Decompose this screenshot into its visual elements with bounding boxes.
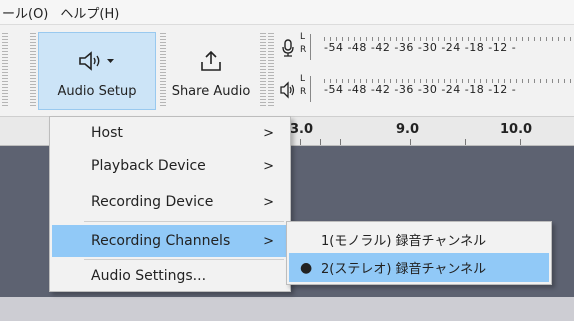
menu-divider xyxy=(84,221,284,222)
meter-scale: -54 -48 -42 -36 -30 -24 -18 -12 - xyxy=(324,83,517,96)
audio-setup-menu: Host > Playback Device > Recording Devic… xyxy=(49,116,291,292)
share-audio-label: Share Audio xyxy=(171,83,251,99)
chevron-right-icon: > xyxy=(263,194,274,210)
menu-bar: ール(O) ヘルプ(H) xyxy=(0,0,574,25)
ruler-label: 3.0 xyxy=(290,122,314,137)
menu-tools[interactable]: ール(O) xyxy=(0,3,54,22)
audio-setup-label: Audio Setup xyxy=(57,83,137,99)
menu-item-audio-settings[interactable]: Audio Settings... xyxy=(52,260,288,292)
playback-meter[interactable]: LR -54 -48 -42 -36 -30 -24 -18 -12 - xyxy=(276,73,574,107)
share-upload-icon xyxy=(201,50,221,71)
chevron-right-icon: > xyxy=(263,233,274,249)
meter-channel-labels: LR xyxy=(300,74,307,97)
audio-setup-button[interactable]: Audio Setup xyxy=(38,32,156,110)
ruler-label: 9.0 xyxy=(396,122,420,137)
menu-help[interactable]: ヘルプ(H) xyxy=(54,3,125,22)
chevron-right-icon: > xyxy=(263,158,274,174)
meter-scale: -54 -48 -42 -36 -30 -24 -18 -12 - xyxy=(324,41,517,54)
chevron-right-icon: > xyxy=(263,125,274,141)
toolbar-grip[interactable] xyxy=(160,33,166,107)
toolbar-grip[interactable] xyxy=(260,33,266,107)
menu-item-playback-device[interactable]: Playback Device > xyxy=(52,150,288,182)
bottom-panel xyxy=(0,297,574,321)
menu-item-host[interactable]: Host > xyxy=(52,117,288,149)
meter-channel-labels: LR xyxy=(300,32,307,55)
recording-meter[interactable]: LR -54 -48 -42 -36 -30 -24 -18 -12 - xyxy=(276,31,574,65)
ruler-label: 10.0 xyxy=(500,122,533,137)
menu-item-recording-device[interactable]: Recording Device > xyxy=(52,186,288,218)
share-audio-button[interactable]: Share Audio xyxy=(168,32,254,110)
microphone-icon xyxy=(282,39,294,57)
toolbar-grip[interactable] xyxy=(2,33,8,107)
toolbar-grip[interactable] xyxy=(268,33,274,107)
toolbar: Audio Setup Share Audio LR -54 -48 -42 -… xyxy=(0,25,574,117)
toolbar-grip[interactable] xyxy=(30,33,36,107)
selected-bullet-icon: ● xyxy=(300,259,313,276)
submenu-item-mono[interactable]: 1(モノラル) 録音チャンネル xyxy=(289,225,549,254)
speaker-icon xyxy=(79,50,114,71)
menu-item-recording-channels[interactable]: Recording Channels > xyxy=(52,225,288,257)
submenu-item-stereo[interactable]: ● 2(ステレオ) 録音チャンネル xyxy=(289,253,549,282)
recording-channels-submenu: 1(モノラル) 録音チャンネル ● 2(ステレオ) 録音チャンネル xyxy=(286,221,552,285)
speaker-icon xyxy=(280,81,295,99)
